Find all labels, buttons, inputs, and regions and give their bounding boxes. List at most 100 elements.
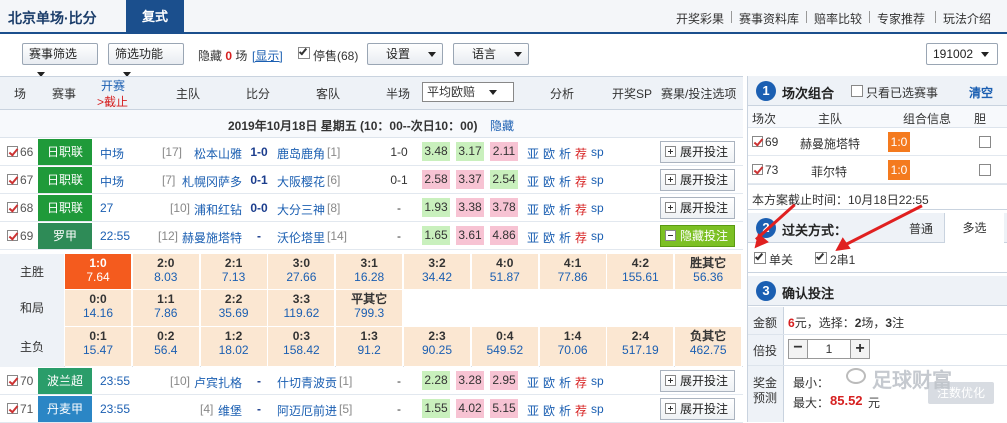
row-checkbox[interactable] <box>7 174 18 185</box>
plus-button[interactable]: + <box>850 339 870 359</box>
sp-link[interactable]: sp <box>591 374 604 388</box>
recommend-link[interactable]: 荐 <box>575 145 587 162</box>
league-badge[interactable]: 罗甲 <box>38 223 92 249</box>
tab-fushi[interactable]: 复式 <box>126 0 184 34</box>
score-option[interactable]: 0:2 56.4 <box>132 327 200 367</box>
tab-multi[interactable]: 多选 <box>944 213 1004 243</box>
score-option[interactable]: 1:0 7.64 <box>65 254 132 290</box>
score-option[interactable]: 4:0 51.87 <box>471 254 539 290</box>
analysis-link[interactable]: 析 <box>559 201 571 218</box>
row-checkbox[interactable] <box>7 202 18 213</box>
row-checkbox[interactable] <box>7 146 18 157</box>
home-team[interactable]: 卢宾扎格 <box>194 374 242 391</box>
odds-home[interactable]: 1.93 <box>422 198 450 217</box>
pick-checkbox[interactable] <box>752 136 763 147</box>
odds-away[interactable]: 2.54 <box>490 170 518 189</box>
odds-draw[interactable]: 3.38 <box>456 198 484 217</box>
issue-select[interactable]: 191002 <box>926 43 998 65</box>
row-checkbox[interactable] <box>7 403 18 414</box>
odds-away[interactable]: 2.95 <box>490 371 518 390</box>
sp-link[interactable]: sp <box>591 145 604 159</box>
only-selected-checkbox[interactable] <box>851 85 863 97</box>
match-filter-dropdown[interactable]: 赛事筛选 <box>22 43 98 78</box>
euro-link[interactable]: 欧 <box>543 145 555 162</box>
score-option[interactable]: 3:3 119.62 <box>268 290 336 327</box>
league-badge[interactable]: 日职联 <box>38 139 92 165</box>
stopped-checkbox[interactable] <box>298 46 310 59</box>
nav-link-rules[interactable]: 玩法介绍 <box>943 10 991 27</box>
away-team[interactable]: 大阪樱花 <box>277 173 325 190</box>
sp-link[interactable]: sp <box>591 173 604 187</box>
euro-link[interactable]: 欧 <box>543 229 555 246</box>
dan-checkbox[interactable] <box>979 164 991 176</box>
odds-away[interactable]: 2.11 <box>490 142 518 161</box>
tab-normal[interactable]: 普通 <box>898 220 944 237</box>
odds-away[interactable]: 3.78 <box>490 198 518 217</box>
odds-type-select[interactable]: 平均欧赔 <box>422 82 514 102</box>
recommend-link[interactable]: 荐 <box>575 201 587 218</box>
score-option[interactable]: 4:1 77.86 <box>539 254 607 290</box>
sp-link[interactable]: sp <box>591 201 604 215</box>
asian-link[interactable]: 亚 <box>527 402 539 419</box>
score-option[interactable]: 1:4 70.06 <box>539 327 607 367</box>
league-badge[interactable]: 波兰超 <box>38 368 92 394</box>
minus-button[interactable]: − <box>788 339 808 359</box>
score-option[interactable]: 0:1 15.47 <box>65 327 132 367</box>
home-team[interactable]: 浦和红钻 <box>194 201 242 218</box>
asian-link[interactable]: 亚 <box>527 229 539 246</box>
expand-bet-button[interactable]: 展开投注 <box>660 169 735 191</box>
euro-link[interactable]: 欧 <box>543 173 555 190</box>
asian-link[interactable]: 亚 <box>527 374 539 391</box>
score-option[interactable]: 0:0 14.16 <box>65 290 132 327</box>
2x1-checkbox[interactable] <box>815 251 827 264</box>
euro-link[interactable]: 欧 <box>543 402 555 419</box>
expand-bet-button[interactable]: 展开投注 <box>660 398 735 420</box>
asian-link[interactable]: 亚 <box>527 201 539 218</box>
score-option[interactable]: 0:4 549.52 <box>471 327 539 367</box>
expand-bet-button[interactable]: 展开投注 <box>660 141 735 163</box>
score-option[interactable]: 胜其它 56.36 <box>675 254 743 290</box>
score-option[interactable]: 1:1 7.86 <box>132 290 200 327</box>
single-checkbox[interactable] <box>754 251 766 264</box>
recommend-link[interactable]: 荐 <box>575 402 587 419</box>
odds-home[interactable]: 2.58 <box>422 170 450 189</box>
score-option[interactable]: 2:3 90.25 <box>404 327 471 367</box>
nav-link-results[interactable]: 开奖彩果 <box>676 10 724 27</box>
asian-link[interactable]: 亚 <box>527 173 539 190</box>
score-option[interactable]: 4:2 155.61 <box>607 254 675 290</box>
nav-link-odds[interactable]: 赔率比较 <box>814 10 862 27</box>
analysis-link[interactable]: 析 <box>559 173 571 190</box>
away-team[interactable]: 沃伦塔里 <box>277 229 325 246</box>
score-option[interactable]: 负其它 462.75 <box>675 327 743 367</box>
odds-home[interactable]: 1.65 <box>422 226 450 245</box>
home-team[interactable]: 维堡 <box>218 402 242 419</box>
score-option[interactable]: 1:2 18.02 <box>200 327 268 367</box>
col-open[interactable]: 开赛 <box>101 77 125 94</box>
asian-link[interactable]: 亚 <box>527 145 539 162</box>
euro-link[interactable]: 欧 <box>543 374 555 391</box>
pick-info[interactable]: 1:0 <box>888 160 910 180</box>
score-option[interactable]: 2:0 8.03 <box>132 254 200 290</box>
hide-date-link[interactable]: 隐藏 <box>490 117 514 134</box>
pick-checkbox[interactable] <box>752 164 763 175</box>
odds-draw[interactable]: 3.37 <box>456 170 484 189</box>
away-team[interactable]: 阿迈厄前进 <box>277 402 337 419</box>
score-option[interactable]: 2:1 7.13 <box>200 254 268 290</box>
score-option[interactable]: 0:3 158.42 <box>268 327 336 367</box>
dan-checkbox[interactable] <box>979 136 991 148</box>
odds-draw[interactable]: 3.28 <box>456 371 484 390</box>
recommend-link[interactable]: 荐 <box>575 229 587 246</box>
row-checkbox[interactable] <box>7 375 18 386</box>
odds-away[interactable]: 5.15 <box>490 399 518 418</box>
odds-draw[interactable]: 3.61 <box>456 226 484 245</box>
expand-bet-button[interactable]: 展开投注 <box>660 197 735 219</box>
score-option[interactable]: 2:4 517.19 <box>607 327 675 367</box>
recommend-link[interactable]: 荐 <box>575 173 587 190</box>
home-team[interactable]: 赫曼施塔特 <box>182 229 242 246</box>
expand-bet-button[interactable]: 展开投注 <box>660 370 735 392</box>
collapse-bet-button[interactable]: 隐藏投注 <box>660 225 735 247</box>
euro-link[interactable]: 欧 <box>543 201 555 218</box>
score-option[interactable]: 2:2 35.69 <box>200 290 268 327</box>
odds-home[interactable]: 2.28 <box>422 371 450 390</box>
league-badge[interactable]: 日职联 <box>38 167 92 193</box>
